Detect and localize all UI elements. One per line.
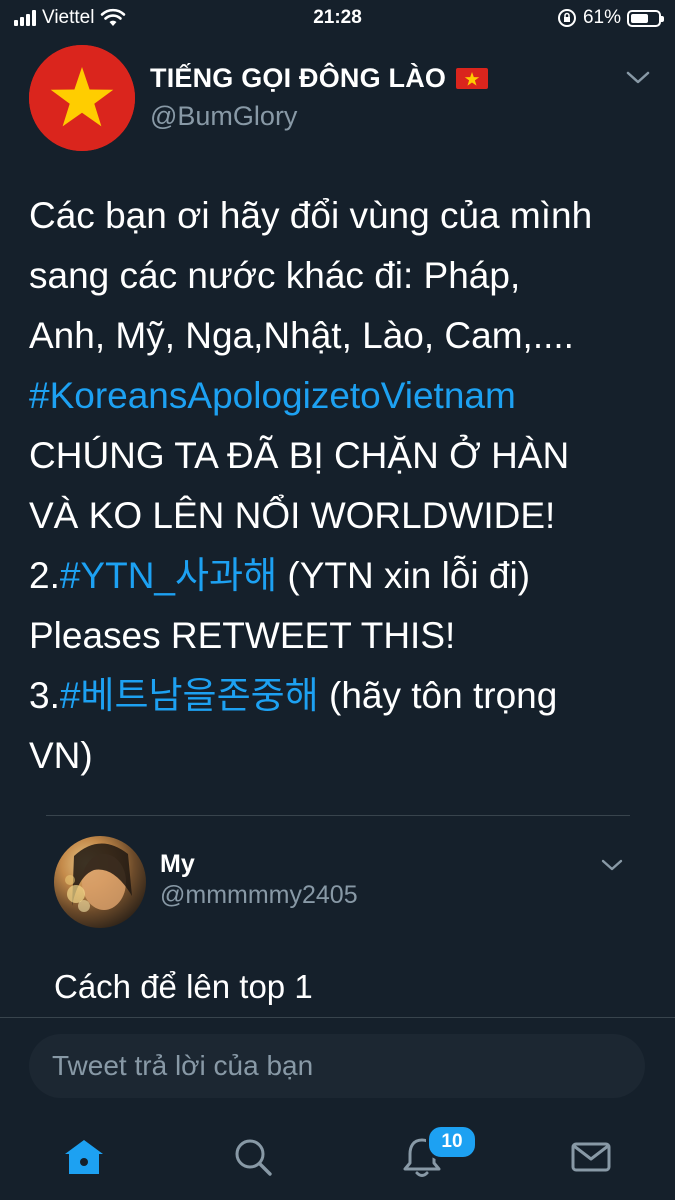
home-icon[interactable]: [59, 1132, 109, 1182]
list-number: 3.: [29, 675, 60, 716]
notifications-badge: 10: [426, 1124, 478, 1160]
tweet-author-name[interactable]: TIẾNG GỌI ĐÔNG LÀO: [150, 63, 489, 94]
reply-author-handle[interactable]: @mmmmmy2405: [160, 881, 358, 910]
tweet-line: Anh, Mỹ, Nga,Nhật, Lào, Cam,....: [29, 315, 574, 356]
tweet-line: 3.#베트남을존중해 (hãy tôn trọng: [29, 666, 659, 726]
tweet-line: Pleases RETWEET THIS!: [29, 615, 456, 656]
avatar[interactable]: [29, 45, 135, 151]
list-number: 2.: [29, 555, 60, 596]
reply-author-name[interactable]: My: [160, 850, 195, 879]
tweet-line: CHÚNG TA ĐÃ BỊ CHẶN Ở HÀN: [29, 435, 570, 476]
reply-input[interactable]: Tweet trả lời của bạn: [29, 1034, 645, 1098]
hashtag-link[interactable]: #KoreansApologizetoVietnam: [29, 366, 659, 426]
reply-composer: Tweet trả lời của bạn: [0, 1017, 675, 1110]
tweet-text-segment: (YTN xin lỗi đi): [277, 555, 531, 596]
tweet-text: Các bạn ơi hãy đổi vùng của mình sang cá…: [29, 186, 659, 786]
divider: [46, 815, 630, 816]
reply-avatar[interactable]: [54, 836, 146, 928]
chevron-down-icon[interactable]: [601, 858, 623, 872]
status-bar: Viettel 21:28 61%: [0, 0, 675, 36]
tweet-author-handle[interactable]: @BumGlory: [150, 101, 297, 132]
chevron-down-icon[interactable]: [626, 70, 650, 86]
vietnam-flag-icon: [29, 45, 135, 151]
search-icon[interactable]: [228, 1132, 278, 1182]
battery-percent: 61%: [582, 7, 621, 28]
reply-text: Cách để lên top 1: [54, 968, 313, 1005]
tweet-line: VÀ KO LÊN NỔI WORLDWIDE!: [29, 495, 556, 536]
orientation-lock-icon: [557, 9, 576, 27]
tweet-line: 2.#YTN_사과해 (YTN xin lỗi đi): [29, 546, 659, 606]
vietnam-flag-emoji-icon: [456, 68, 489, 89]
hashtag-link[interactable]: #YTN_사과해: [60, 555, 277, 596]
status-bar-right: 61%: [557, 6, 664, 30]
avatar-photo: [65, 843, 132, 912]
battery-icon: [627, 9, 664, 27]
tweet-line: Các bạn ơi hãy đổi vùng của mình: [29, 195, 593, 236]
tweet-line: sang các nước khác đi: Pháp,: [29, 255, 521, 296]
tweet-line: VN): [29, 735, 93, 776]
mail-icon[interactable]: [566, 1132, 616, 1182]
tweet-text-segment: (hãy tôn trọng: [318, 675, 558, 716]
tab-bar: 10: [0, 1110, 675, 1200]
hashtag-link[interactable]: #베트남을존중해: [60, 675, 319, 716]
author-name-text: TIẾNG GỌI ĐÔNG LÀO: [150, 63, 447, 93]
